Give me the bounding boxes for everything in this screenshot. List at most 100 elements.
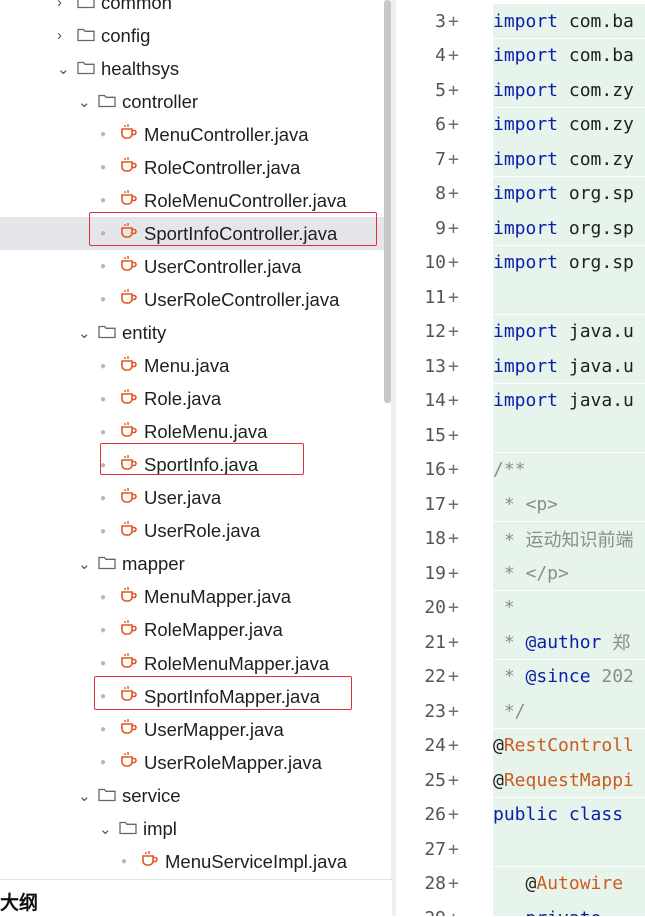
- tree-item-label: SportInfoMapper.java: [144, 685, 320, 707]
- code-line[interactable]: 20 + *: [396, 590, 645, 625]
- code-line[interactable]: 10 + import org.sp: [396, 245, 645, 280]
- diff-added-marker: +: [448, 390, 459, 411]
- tree-folder-mapper[interactable]: ⌄ mapper: [0, 548, 384, 581]
- code-line[interactable]: 8 + import org.sp: [396, 176, 645, 211]
- tree-file[interactable]: ● RoleMenu.java: [0, 416, 384, 449]
- code-line[interactable]: 17 + * <p>: [396, 487, 645, 521]
- tree-file[interactable]: ● MenuMapper.java: [0, 581, 384, 614]
- code-line[interactable]: 29+ private: [396, 901, 645, 916]
- outline-panel-header[interactable]: 大纲: [0, 879, 392, 917]
- line-number: 28: [424, 873, 446, 894]
- code-line[interactable]: 22 + * @since 202: [396, 659, 645, 694]
- code-text: *: [493, 590, 645, 625]
- code-token: org.sp: [558, 252, 634, 273]
- tree-file[interactable]: ● SportInfo.java: [0, 449, 384, 482]
- code-line[interactable]: 3 + import com.ba: [396, 4, 645, 38]
- tree-file[interactable]: ● UserRoleMapper.java: [0, 746, 384, 779]
- code-token: import: [493, 114, 559, 135]
- tree-folder-service[interactable]: ⌄ service: [0, 779, 384, 812]
- code-token: /**: [493, 459, 526, 480]
- chevron-down-icon[interactable]: ⌄: [78, 93, 92, 111]
- code-line[interactable]: 11 +: [396, 280, 645, 314]
- tree-file[interactable]: ● User.java: [0, 482, 384, 515]
- code-line[interactable]: 28 + @ Autowire: [396, 866, 645, 901]
- tree-folder-entity[interactable]: ⌄ entity: [0, 317, 384, 350]
- code-editor[interactable]: 3 + import com.ba 4 + import com.ba 5 + import c…: [396, 0, 645, 916]
- tree-file[interactable]: ● UserRole.java: [0, 515, 384, 548]
- tree-file[interactable]: ● UserRoleController.java: [0, 283, 384, 316]
- code-line[interactable]: 26 + public class: [396, 797, 645, 832]
- diff-added-marker: +: [448, 459, 459, 480]
- tree-folder-common[interactable]: › common: [0, 0, 384, 19]
- tree-file[interactable]: ● RoleMenuMapper.java: [0, 647, 384, 680]
- chevron-down-icon[interactable]: ⌄: [78, 787, 92, 805]
- code-text: import org.sp: [493, 176, 645, 211]
- explorer-scrollbar[interactable]: [384, 0, 391, 403]
- code-text: import java.u: [493, 349, 645, 383]
- diff-added-marker: +: [448, 804, 459, 825]
- chevron-down-icon[interactable]: ⌄: [78, 555, 92, 573]
- tree-folder-controller[interactable]: ⌄ controller: [0, 85, 384, 118]
- code-token: public: [493, 804, 559, 825]
- chevron-right-icon[interactable]: ›: [57, 27, 71, 44]
- tree-file[interactable]: ● MenuController.java: [0, 118, 384, 151]
- code-token: *: [493, 597, 515, 618]
- code-line[interactable]: 15 +: [396, 418, 645, 452]
- code-token: RequestMappi: [503, 769, 634, 791]
- code-line[interactable]: 12 + import java.u: [396, 314, 645, 349]
- tree-file[interactable]: ● Menu.java: [0, 350, 384, 383]
- tree-file[interactable]: ● SportInfoController.java: [0, 217, 384, 251]
- chevron-down-icon[interactable]: ⌄: [78, 324, 92, 342]
- code-line[interactable]: 6 + import com.zy: [396, 107, 645, 142]
- code-line[interactable]: 4 + import com.ba: [396, 38, 645, 73]
- tree-folder-healthsys[interactable]: ⌄ healthsys: [0, 52, 384, 85]
- diff-added-marker: +: [448, 252, 459, 273]
- tree-dot-icon: ●: [100, 591, 107, 603]
- tree-folder-config[interactable]: › config: [0, 19, 384, 52]
- tree-item-label: UserRoleMapper.java: [144, 751, 322, 773]
- code-line[interactable]: 27 +: [396, 832, 645, 866]
- code-text: import org.sp: [493, 211, 645, 245]
- diff-added-marker: +: [448, 528, 459, 549]
- tree-file[interactable]: ● RoleMapper.java: [0, 614, 384, 647]
- tree-file[interactable]: ● MenuServiceImpl.java: [0, 845, 384, 878]
- line-number: 10: [424, 252, 446, 273]
- java-file-icon: [120, 222, 144, 245]
- chevron-down-icon[interactable]: ⌄: [99, 820, 113, 838]
- line-number: 12: [424, 321, 446, 342]
- line-number: 7: [435, 148, 446, 170]
- tree-file[interactable]: ● RoleMenuController.java: [0, 184, 384, 217]
- code-token: import: [493, 45, 559, 66]
- chevron-right-icon[interactable]: ›: [57, 0, 71, 11]
- code-line[interactable]: 23 + */: [396, 694, 645, 728]
- code-line[interactable]: 25 + @ RequestMappi: [396, 763, 645, 797]
- code-line[interactable]: 16 + /**: [396, 452, 645, 487]
- tree-file[interactable]: ● RoleController.java: [0, 151, 384, 184]
- java-file-icon: [120, 355, 144, 378]
- code-line[interactable]: 13 + import java.u: [396, 349, 645, 383]
- code-token: com.zy: [558, 114, 634, 135]
- tree-folder-impl[interactable]: ⌄ impl: [0, 812, 384, 845]
- tree-item-label: entity: [122, 322, 167, 343]
- tree-file[interactable]: ● UserController.java: [0, 250, 384, 283]
- code-line[interactable]: 18 + * 运动知识前端: [396, 521, 645, 556]
- code-line[interactable]: 9 + import org.sp: [396, 211, 645, 245]
- code-line[interactable]: 19 + * </p>: [396, 556, 645, 590]
- tree-file[interactable]: ● UserMapper.java: [0, 713, 384, 746]
- code-line[interactable]: 14 + import java.u: [396, 383, 645, 418]
- code-line[interactable]: 24 + @ RestControll: [396, 728, 645, 763]
- code-line[interactable]: 5 + import com.zy: [396, 73, 645, 107]
- tree-item-label: Role.java: [144, 388, 222, 410]
- code-text: import com.ba: [493, 38, 645, 73]
- tree-file[interactable]: ● Role.java: [0, 383, 384, 416]
- folder-open-icon: [98, 553, 120, 575]
- tree-item-label: common: [101, 0, 172, 13]
- tree-file[interactable]: ● SportInfoMapper.java: [0, 680, 384, 713]
- code-line[interactable]: 7 + import com.zy: [396, 142, 645, 176]
- code-line[interactable]: 21 + * @author 郑: [396, 625, 645, 659]
- line-number: 13: [424, 355, 446, 377]
- tree-dot-icon: ●: [100, 757, 107, 769]
- tree-dot-icon: ●: [100, 228, 107, 240]
- diff-added-marker: +: [448, 10, 459, 32]
- chevron-down-icon[interactable]: ⌄: [57, 60, 71, 78]
